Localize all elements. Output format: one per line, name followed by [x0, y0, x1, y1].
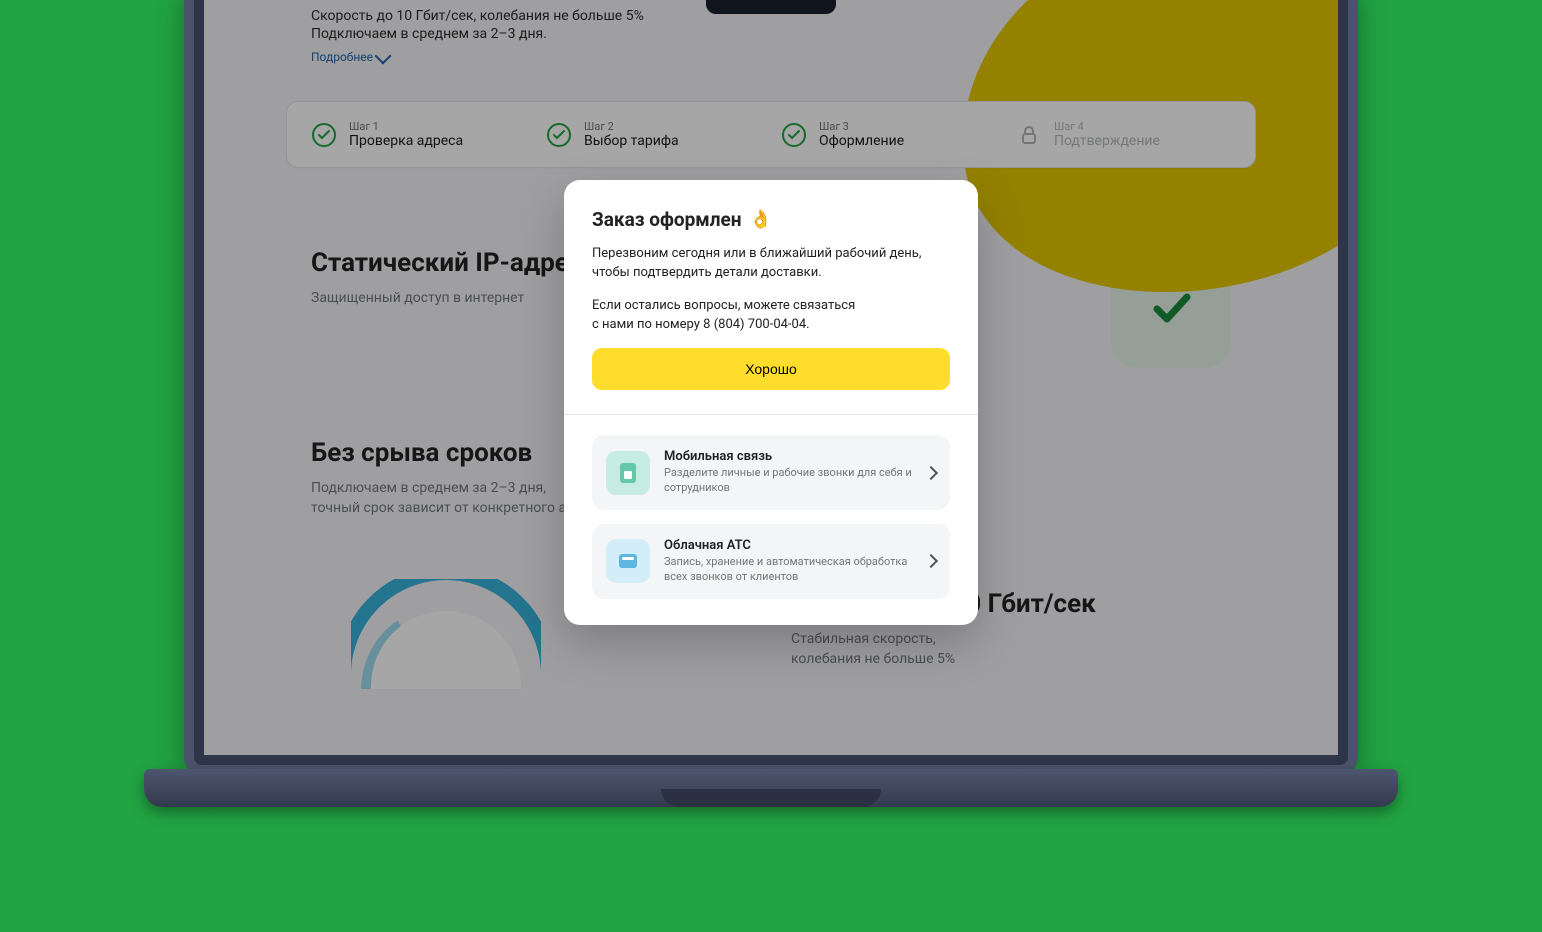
laptop-screen: Скорость до 10 Гбит/сек, колебания не бо… — [204, 0, 1338, 755]
recommend-mobile-title: Мобильная связь — [664, 449, 912, 464]
order-confirmed-modal: Заказ оформлен 👌 Перезвоним сегодня или … — [564, 180, 978, 625]
chevron-right-icon — [924, 466, 938, 480]
modal-paragraph-1: Перезвоним сегодня или в ближайший рабоч… — [592, 245, 950, 283]
modal-paragraph-2: Если остались вопросы, можете связаться … — [592, 297, 950, 335]
chevron-right-icon — [924, 554, 938, 568]
modal-overlay[interactable]: Заказ оформлен 👌 Перезвоним сегодня или … — [204, 0, 1338, 755]
stage: Скорость до 10 Гбит/сек, колебания не бо… — [0, 0, 1542, 932]
recommend-ats-desc: Запись, хранение и автоматическая обрабо… — [664, 555, 912, 585]
sim-card-icon — [606, 451, 650, 495]
phone-system-icon — [606, 539, 650, 583]
modal-title: Заказ оформлен 👌 — [592, 208, 950, 231]
modal-title-text: Заказ оформлен — [592, 208, 742, 231]
recommend-ats[interactable]: Облачная АТС Запись, хранение и автомати… — [592, 524, 950, 599]
recommend-ats-body: Облачная АТС Запись, хранение и автомати… — [664, 538, 912, 585]
recommend-ats-title: Облачная АТС — [664, 538, 912, 553]
laptop-lip — [661, 789, 881, 807]
recommend-mobile-body: Мобильная связь Разделите личные и рабоч… — [664, 449, 912, 496]
modal-divider — [564, 414, 978, 415]
laptop-mockup: Скорость до 10 Гбит/сек, колебания не бо… — [129, 0, 1413, 830]
recommend-mobile-desc: Разделите личные и рабочие звонки для се… — [664, 466, 912, 496]
laptop-bezel: Скорость до 10 Гбит/сек, колебания не бо… — [184, 0, 1358, 775]
modal-ok-button[interactable]: Хорошо — [592, 348, 950, 390]
recommend-mobile[interactable]: Мобильная связь Разделите личные и рабоч… — [592, 435, 950, 510]
ok-hand-icon: 👌 — [750, 209, 772, 230]
